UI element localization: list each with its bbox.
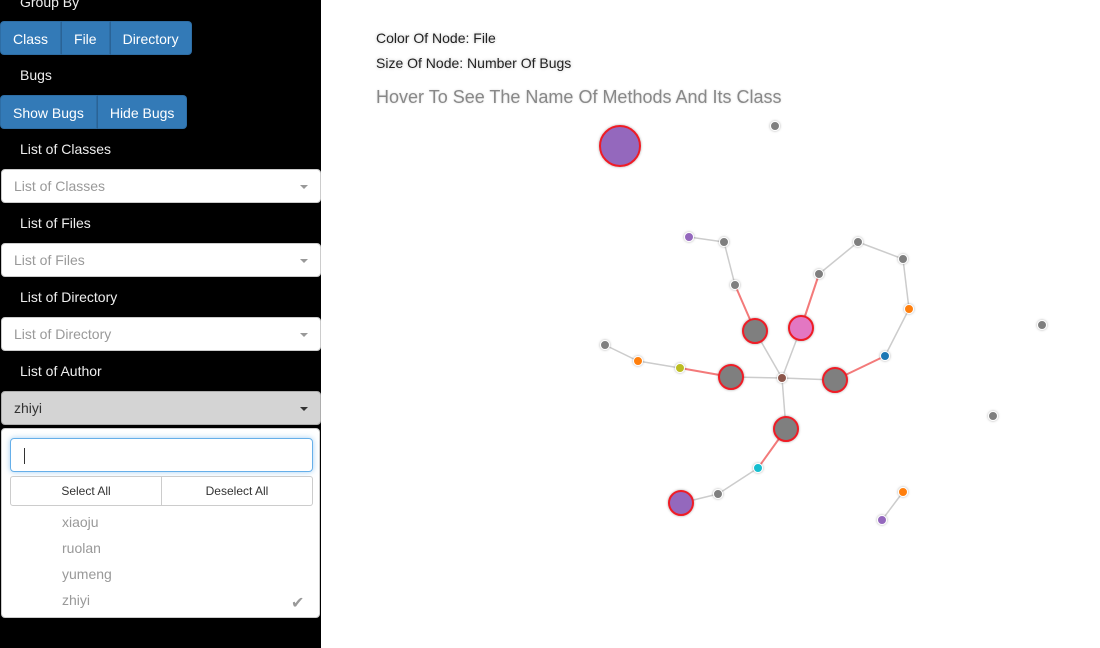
- graph-node: [753, 463, 763, 473]
- graph-link: [884, 308, 910, 357]
- graph-node: [1037, 320, 1047, 330]
- graph-link: [604, 344, 639, 362]
- graph-node: [853, 237, 863, 247]
- graph-link: [881, 491, 904, 521]
- graph-node: [777, 373, 787, 383]
- graph-link: [818, 241, 859, 275]
- graph-node: [633, 356, 643, 366]
- graph-node-bug: [773, 416, 799, 442]
- graph-node-bug: [718, 364, 744, 390]
- graph-node: [814, 269, 824, 279]
- graph-node-bug: [788, 315, 814, 341]
- graph-node: [877, 515, 887, 525]
- graph-link: [637, 360, 681, 369]
- graph-link: [857, 241, 904, 260]
- graph-node: [684, 232, 694, 242]
- graph-node: [600, 340, 610, 350]
- graph-node: [675, 363, 685, 373]
- graph-node: [880, 351, 890, 361]
- graph-link: [688, 236, 725, 243]
- graph-node: [770, 121, 780, 131]
- graph-nodes[interactable]: [599, 121, 1047, 525]
- graph-link: [717, 467, 759, 495]
- graph-node: [904, 304, 914, 314]
- graph-node: [730, 280, 740, 290]
- graph-node-bug: [668, 490, 694, 516]
- graph-node: [988, 411, 998, 421]
- graph-link: [902, 258, 910, 310]
- graph-link: [723, 241, 736, 286]
- graph-links: [604, 236, 910, 521]
- graph-node: [713, 489, 723, 499]
- graph-node-bug: [742, 318, 768, 344]
- graph-node: [898, 254, 908, 264]
- method-graph[interactable]: [0, 0, 1100, 648]
- graph-node: [898, 487, 908, 497]
- graph-node: [719, 237, 729, 247]
- graph-node-bug: [599, 125, 641, 167]
- graph-node-bug: [822, 367, 848, 393]
